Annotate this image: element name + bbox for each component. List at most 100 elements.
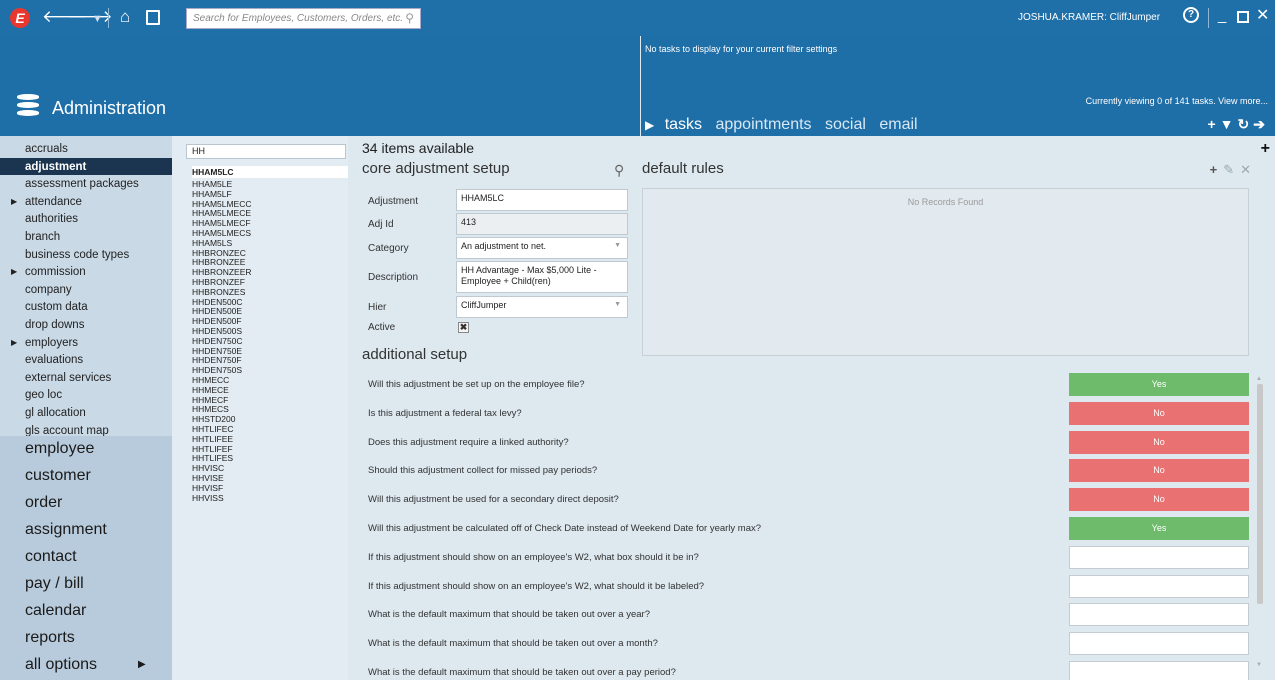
scroll-up-icon[interactable]: ▲ [1256, 376, 1262, 382]
answer-input[interactable] [1069, 545, 1249, 569]
expand-caret-icon[interactable]: ▶ [11, 263, 17, 281]
list-item[interactable]: HHDEN500S [192, 326, 348, 336]
nav-item-adjustment[interactable]: adjustment [0, 157, 172, 176]
list-item[interactable]: HHBRONZES [192, 287, 348, 297]
nav-item-assessment-packages[interactable]: assessment packages [0, 175, 172, 193]
list-item[interactable]: HHAM5LC [192, 166, 348, 178]
list-item[interactable]: HHBRONZEER [192, 267, 348, 277]
scroll-down-icon[interactable]: ▼ [1256, 662, 1262, 668]
nav-item-external-services[interactable]: external services [0, 369, 172, 387]
list-filter-input[interactable]: HH [186, 144, 346, 159]
list-item[interactable]: HHSTD200 [192, 414, 348, 424]
minimize-button[interactable]: _ [1218, 7, 1226, 25]
list-item[interactable]: HHMECS [192, 404, 348, 414]
save-icon[interactable] [146, 10, 160, 25]
scroll-thumb[interactable] [1257, 384, 1263, 604]
list-item[interactable]: HHMECE [192, 385, 348, 395]
search-icon[interactable]: ⚲ [614, 162, 624, 179]
list-item[interactable]: HHDEN750E [192, 346, 348, 356]
help-icon[interactable]: ? [1183, 7, 1199, 23]
yes-no-toggle[interactable]: Yes [1069, 373, 1249, 396]
nav-item-commission[interactable]: ▶ commission [0, 263, 172, 281]
list-item[interactable]: HHBRONZEE [192, 257, 348, 267]
list-item[interactable]: HHDEN750S [192, 365, 348, 375]
maximize-button[interactable] [1237, 11, 1249, 23]
add-rule-icon[interactable]: + [1210, 162, 1224, 177]
list-item[interactable]: HHBRONZEC [192, 248, 348, 258]
filter-icon[interactable]: ▼ [1220, 116, 1238, 132]
answer-input[interactable] [1069, 574, 1249, 598]
global-search-input[interactable]: Search for Employees, Customers, Orders,… [186, 8, 421, 29]
adjustment-field[interactable]: HHAM5LC [456, 189, 628, 211]
history-dropdown-icon[interactable]: ▼ [92, 9, 103, 29]
add-task-icon[interactable]: + [1207, 116, 1219, 132]
list-item[interactable]: HHAM5LMECS [192, 228, 348, 238]
list-item[interactable]: HHVISS [192, 493, 348, 503]
list-item[interactable]: HHTLIFES [192, 453, 348, 463]
nav-item-drop-downs[interactable]: drop downs [0, 316, 172, 334]
refresh-icon[interactable]: ↻ [1238, 116, 1254, 132]
add-item-icon[interactable]: + [1261, 140, 1270, 158]
tab-appointments[interactable]: appointments [715, 116, 811, 133]
list-item[interactable]: HHVISC [192, 463, 348, 473]
list-item[interactable]: HHTLIFEF [192, 444, 348, 454]
questions-scrollbar[interactable]: ▲ ▼ [1256, 376, 1263, 676]
nav-item-gls-account-map[interactable]: gls account map [0, 422, 172, 437]
yes-no-toggle[interactable]: No [1069, 488, 1249, 512]
nav-item-custom-data[interactable]: custom data [0, 298, 172, 316]
list-item[interactable]: HHMECC [192, 375, 348, 385]
tab-email[interactable]: email [879, 116, 917, 133]
main-nav-contact[interactable]: contact [0, 544, 172, 571]
yes-no-toggle[interactable]: No [1069, 459, 1249, 483]
answer-input[interactable] [1069, 603, 1249, 627]
current-user[interactable]: JOSHUA.KRAMER: CliffJumper [1018, 12, 1160, 23]
list-item[interactable]: HHDEN750F [192, 355, 348, 365]
main-nav-reports[interactable]: reports [0, 625, 172, 652]
expand-caret-icon[interactable]: ▶ [11, 193, 17, 211]
list-item[interactable]: HHAM5LMECE [192, 208, 348, 218]
task-count-link[interactable]: Currently viewing 0 of 141 tasks. View m… [1086, 96, 1268, 106]
nav-item-evaluations[interactable]: evaluations [0, 351, 172, 369]
answer-input[interactable] [1069, 661, 1249, 680]
main-nav-customer[interactable]: customer [0, 463, 172, 490]
list-item[interactable]: HHMECF [192, 395, 348, 405]
nav-item-accruals[interactable]: accruals [0, 140, 172, 158]
nav-item-authorities[interactable]: authorities [0, 210, 172, 228]
nav-item-business-code-types[interactable]: business code types [0, 246, 172, 264]
main-nav-calendar[interactable]: calendar [0, 598, 172, 625]
nav-item-employers[interactable]: ▶ employers [0, 334, 172, 352]
tab-tasks[interactable]: tasks [665, 116, 702, 133]
list-item[interactable]: HHAM5LE [192, 179, 348, 189]
main-nav-employee[interactable]: employee [0, 436, 172, 463]
forward-arrow-icon[interactable]: 🡒 [67, 7, 113, 27]
list-item[interactable]: HHAM5LMECC [192, 199, 348, 209]
list-item[interactable]: HHDEN500C [192, 297, 348, 307]
list-item[interactable]: HHDEN500E [192, 306, 348, 316]
expand-caret-icon[interactable]: ▶ [11, 334, 17, 352]
go-icon[interactable]: ➔ [1253, 116, 1269, 132]
main-nav-all-options[interactable]: all options ▶ [0, 652, 172, 679]
expand-tasks-icon[interactable]: ▶ [645, 118, 654, 132]
category-select[interactable]: An adjustment to net. ▼ [456, 237, 628, 259]
list-item[interactable]: HHAM5LS [192, 238, 348, 248]
search-icon[interactable]: ⚲ [405, 11, 414, 25]
list-item[interactable]: HHTLIFEC [192, 424, 348, 434]
list-item[interactable]: HHDEN500F [192, 316, 348, 326]
nav-item-geo-loc[interactable]: geo loc [0, 386, 172, 404]
list-item[interactable]: HHBRONZEF [192, 277, 348, 287]
nav-item-company[interactable]: company [0, 281, 172, 299]
answer-input[interactable] [1069, 632, 1249, 656]
nav-item-attendance[interactable]: ▶ attendance [0, 193, 172, 211]
list-item[interactable]: HHVISE [192, 473, 348, 483]
list-item[interactable]: HHVISF [192, 483, 348, 493]
nav-item-branch[interactable]: branch [0, 228, 172, 246]
main-nav-assignment[interactable]: assignment [0, 517, 172, 544]
delete-rule-icon[interactable]: ✕ [1240, 162, 1257, 177]
yes-no-toggle[interactable]: No [1069, 430, 1249, 454]
hier-select[interactable]: CliffJumper ▼ [456, 296, 628, 318]
list-item[interactable]: HHDEN750C [192, 336, 348, 346]
list-item[interactable]: HHTLIFEE [192, 434, 348, 444]
yes-no-toggle[interactable]: Yes [1069, 517, 1249, 540]
edit-rule-icon[interactable]: ✎ [1223, 162, 1240, 177]
list-item[interactable]: HHAM5LMECF [192, 218, 348, 228]
